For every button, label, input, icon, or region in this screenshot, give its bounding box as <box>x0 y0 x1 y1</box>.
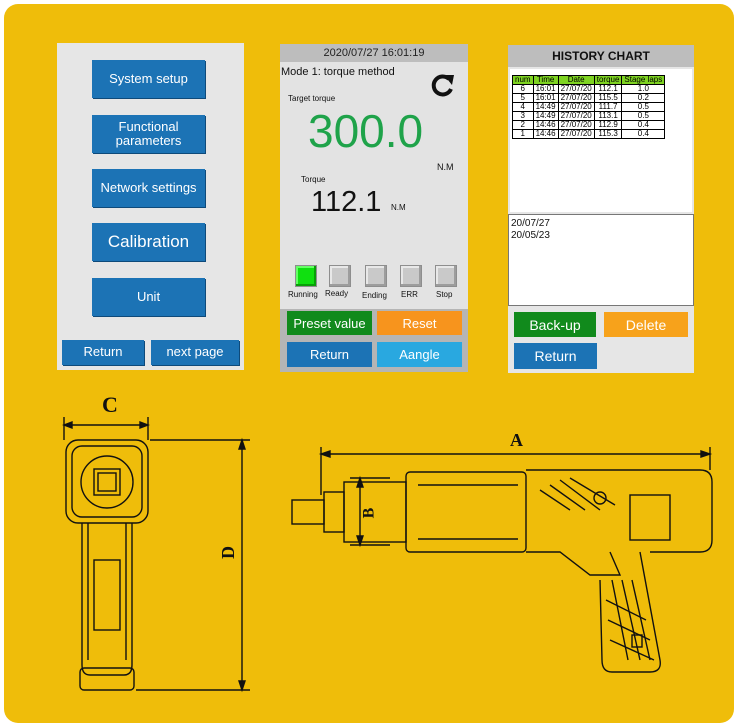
tool-drawings <box>62 417 713 693</box>
dimension-label-b: B <box>360 507 378 519</box>
dimension-label-a: A <box>510 430 523 450</box>
dimension-label-c: C <box>102 392 118 417</box>
side-view-drawing <box>291 447 713 673</box>
dimension-label-d: D <box>218 546 238 559</box>
